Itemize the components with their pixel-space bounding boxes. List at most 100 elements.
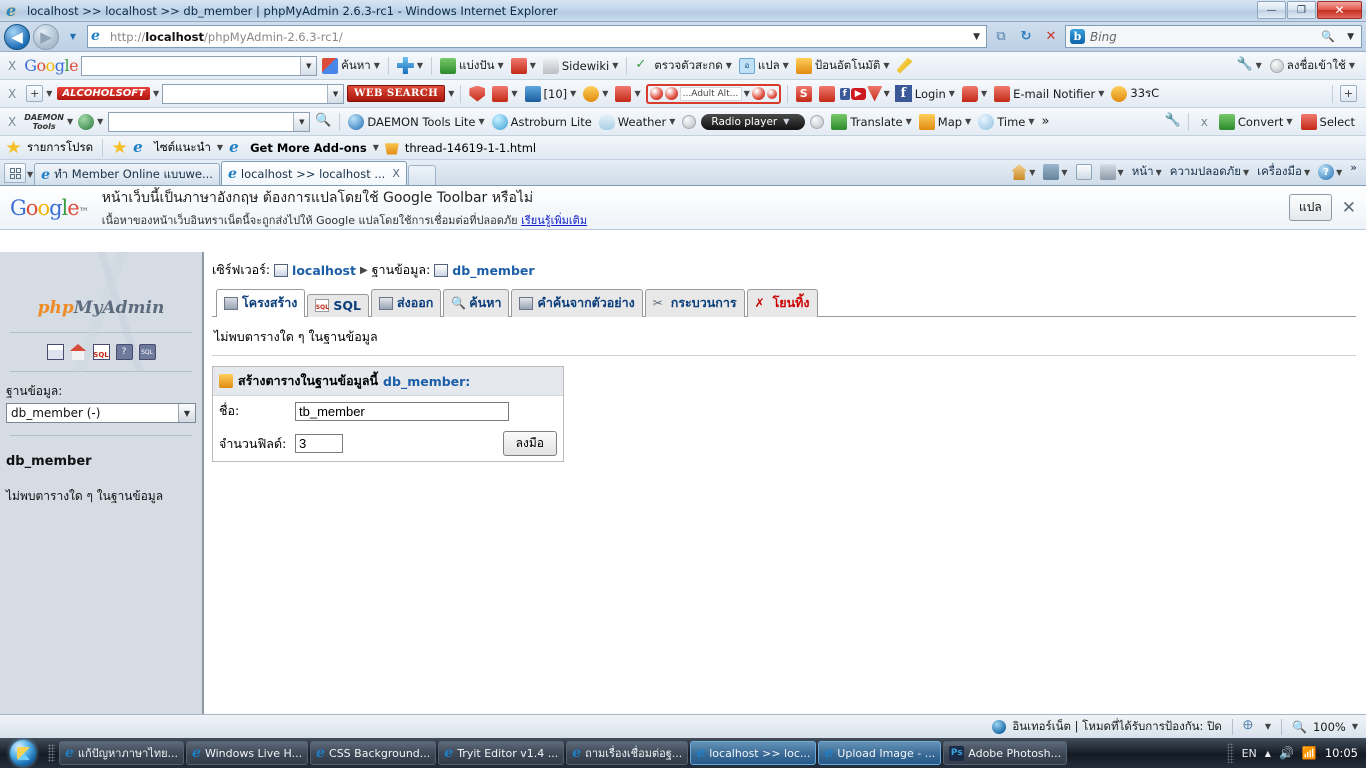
suggested-sites-label[interactable]: ไซต์แนะนำ [154, 139, 211, 157]
google-bookmark-button[interactable]: ▼ [509, 57, 538, 75]
search-input[interactable]: b Bing 🔍 ▼ [1065, 25, 1362, 48]
tab-export[interactable]: ส่งออก [370, 289, 442, 317]
sql-icon[interactable]: SQL [92, 344, 110, 360]
google-toolbar-close[interactable]: X [3, 59, 21, 73]
close-button[interactable]: ✕ [1317, 1, 1362, 19]
search-dropdown-icon[interactable]: ▼ [1347, 32, 1357, 42]
taskbar-item-7[interactable]: Ps Adobe Photosh... [943, 741, 1068, 765]
alcohol-brand-icon[interactable]: ALCOHOLSOFT [57, 87, 150, 100]
table-name-input[interactable]: tb_member [295, 401, 509, 421]
adult-caret-icon[interactable]: ▼ [744, 89, 750, 98]
search-icon[interactable]: 🔍 [1321, 30, 1338, 43]
radio-player-button[interactable]: Radio player ▼ [701, 113, 806, 130]
alcohol-rss-button[interactable]: [10] ▼ [523, 85, 579, 103]
page-menu[interactable]: หน้า ▼ [1129, 163, 1165, 181]
refresh-icon[interactable]: ↻ [1015, 26, 1037, 48]
google-signin-button[interactable]: ลงชื่อเข้าใช้ ▼ [1268, 56, 1357, 76]
alcohol-emoticon-button[interactable]: ▼ [581, 85, 610, 103]
google-share-button[interactable]: แบ่งปัน ▼ [438, 56, 506, 76]
alcohol-favorites-button[interactable]: ▼ [490, 85, 519, 103]
alcohol-s-button[interactable]: S [794, 85, 814, 103]
show-hidden-icons[interactable]: ▲ [1265, 749, 1271, 758]
google-highlighter-button[interactable] [895, 57, 915, 75]
google-search-button[interactable]: ค้นหา ▼ [320, 56, 382, 76]
daemon-tools-lite-button[interactable]: DAEMON Tools Lite ▼ [346, 113, 486, 131]
google-sidewiki-button[interactable]: Sidewiki ▼ [541, 57, 620, 75]
zoom-level[interactable]: 100% [1313, 720, 1346, 734]
taskbar-item-3[interactable]: Tryit Editor v1.4 ... [438, 741, 565, 765]
tools-menu[interactable]: เครื่องมือ ▼ [1254, 163, 1313, 181]
daemon-engine-button[interactable]: ▼ [76, 113, 105, 131]
tab-member-online[interactable]: ทำ Member Online แบบwe... [34, 163, 220, 185]
astroburn-lite-button[interactable]: Astroburn Lite [490, 113, 594, 131]
overflow-chevrons[interactable]: » [1347, 159, 1360, 174]
minimize-button[interactable]: — [1257, 1, 1286, 19]
alcohol-film-button[interactable] [817, 85, 837, 103]
volume-icon[interactable] [751, 87, 765, 100]
alcohol-toolbar-close[interactable]: X [3, 87, 21, 101]
suggested-sites-caret-icon[interactable]: ▼ [217, 143, 223, 152]
daemon-brand-icon[interactable]: DAEMON Tools [24, 113, 64, 131]
compatibility-view-icon[interactable]: ⧉ [990, 26, 1012, 48]
facebook-login-button[interactable]: f Login ▼ [893, 84, 957, 103]
privacy-caret-icon[interactable]: ▼ [1265, 722, 1271, 731]
help-balloon-icon[interactable]: ? [115, 344, 133, 360]
google-plus-button[interactable]: ▼ [395, 56, 425, 75]
safety-menu[interactable]: ความปลอดภัย ▼ [1167, 163, 1252, 181]
privacy-icon[interactable]: 🜨 [1243, 719, 1259, 735]
alcohol-brand-caret-icon[interactable]: ▼ [153, 89, 159, 98]
quick-tabs-button[interactable] [4, 163, 26, 183]
google-search-dropdown-icon[interactable]: ▼ [300, 56, 317, 75]
zoom-caret-icon[interactable]: ▼ [1352, 722, 1358, 731]
home-icon[interactable] [69, 344, 87, 360]
translate-button[interactable]: แปล [1289, 194, 1332, 221]
google-spellcheck-button[interactable]: ✓ ตรวจตัวสะกด ▼ [633, 56, 734, 76]
select-button[interactable]: Select [1299, 113, 1357, 131]
prev-icon[interactable] [649, 87, 663, 100]
zoom-icon[interactable]: 🔍 [1292, 720, 1307, 734]
weather-temp-button[interactable]: 33รC [1109, 84, 1161, 104]
database-select[interactable]: db_member (-) ▼ [6, 403, 196, 423]
url-dropdown-icon[interactable]: ▼ [973, 32, 983, 42]
get-more-addons-caret-icon[interactable]: ▼ [373, 143, 379, 152]
tab-query-by-example[interactable]: คำค้นจากตัวอย่าง [511, 289, 643, 317]
tab-operations[interactable]: ✂ กระบวนการ [644, 289, 745, 317]
email-notifier-button[interactable]: E-mail Notifier ▼ [992, 85, 1106, 103]
translate-close-icon[interactable]: ✕ [1342, 198, 1356, 218]
feeds-button[interactable]: ▼ [1040, 164, 1070, 180]
daemon-brand-caret-icon[interactable]: ▼ [67, 117, 73, 126]
tab-drop[interactable]: ✗ โยนทิ้ง [746, 289, 818, 317]
daemon-search-dropdown-icon[interactable]: ▼ [293, 112, 310, 131]
alcohol-search-input[interactable]: ▼ [162, 83, 345, 104]
taskbar-item-5[interactable]: localhost >> loc... [690, 741, 817, 765]
favorites-label[interactable]: รายการโปรด [27, 139, 93, 157]
tab-sql[interactable]: SQL SQL [307, 294, 369, 317]
breadcrumb-server-value[interactable]: localhost [292, 263, 356, 278]
pma-logo[interactable]: phpMyAdmin [0, 252, 202, 328]
history-dropdown-icon[interactable]: ▼ [62, 26, 84, 48]
tab-structure[interactable]: โครงสร้าง [216, 289, 306, 317]
daemon-settings-icon[interactable]: 🔧 [1165, 114, 1181, 130]
stop-radio-icon[interactable] [766, 88, 777, 99]
radio-next-button[interactable] [808, 114, 826, 130]
back-button[interactable]: ◀ [4, 23, 30, 50]
daemon-search-go-button[interactable]: 🔍 [313, 113, 333, 131]
mail-button[interactable] [1073, 164, 1095, 180]
daemon-more-button[interactable]: » [1040, 113, 1052, 130]
google-translate-button[interactable]: อ แปล ▼ [737, 56, 791, 76]
next-icon[interactable] [664, 87, 678, 100]
alcohol-search-dropdown-icon[interactable]: ▼ [327, 84, 344, 103]
sql-balloon-icon[interactable]: SQL [138, 344, 156, 360]
google-settings-button[interactable]: 🔧 ▼ [1235, 57, 1264, 75]
daemon-translate-button[interactable]: Translate ▼ [829, 113, 913, 131]
quick-tabs-caret-icon[interactable]: ▼ [27, 170, 33, 179]
google-autofill-button[interactable]: ป้อนอัตโนมัติ ▼ [794, 56, 892, 76]
weather-button[interactable]: Weather ▼ [597, 113, 678, 131]
learn-more-link[interactable]: เรียนรู้เพิ่มเติม [521, 214, 587, 227]
favorites-star-icon[interactable] [6, 140, 21, 154]
alcohol-add-button[interactable]: + ▼ [24, 84, 54, 103]
google-search-input[interactable]: ▼ [81, 55, 318, 76]
thread-link-label[interactable]: thread-14619-1-1.html [405, 141, 536, 155]
taskbar-item-0[interactable]: แก้ปัญหาภาษาไทย... [59, 741, 185, 765]
clock[interactable]: 10:05 [1325, 746, 1358, 760]
